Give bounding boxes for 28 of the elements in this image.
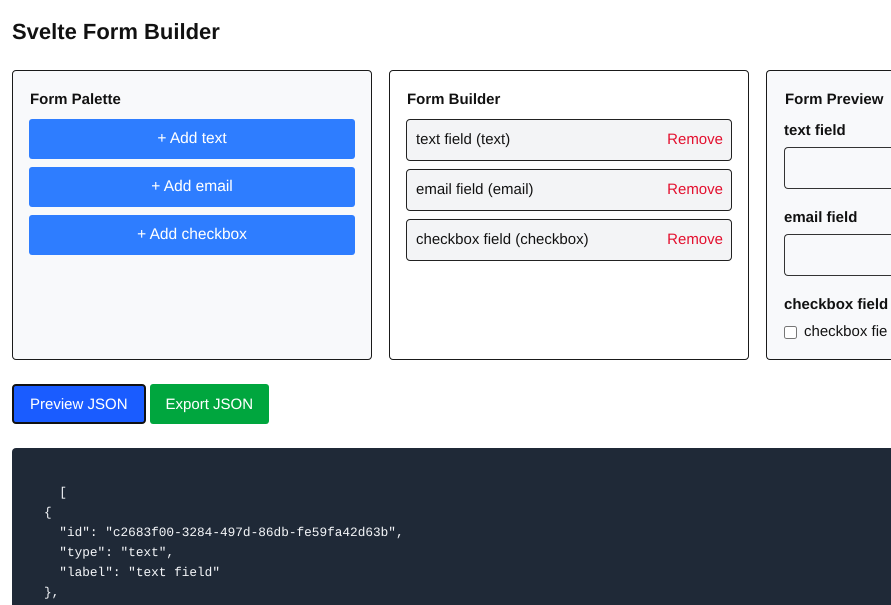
add-field-button[interactable]: + Add checkbox <box>29 215 355 255</box>
checkbox[interactable] <box>784 326 797 338</box>
field-label: text field <box>784 121 846 141</box>
input-field[interactable] <box>784 234 891 276</box>
code-line: "label": "text field" <box>58 564 220 582</box>
add-field-button[interactable]: + Add email <box>29 167 355 207</box>
export-button[interactable]: Export JSON <box>150 384 270 424</box>
field-label: email field (email) <box>416 180 534 200</box>
field-label: text field (text) <box>416 130 510 150</box>
panel-title: Form Builder <box>407 90 500 110</box>
code-line: }, <box>44 584 60 602</box>
preview-button[interactable]: Preview JSON <box>12 384 146 424</box>
panel-title: Form Preview <box>785 90 884 110</box>
page-title: Svelte Form Builder <box>12 18 220 46</box>
add-field-button[interactable]: + Add text <box>29 119 355 159</box>
remove-button[interactable]: Remove <box>667 130 723 150</box>
field-label: email field <box>784 208 858 228</box>
code-line: { <box>44 504 52 522</box>
field-label: checkbox field (checkbox) <box>416 230 589 250</box>
field-label: checkbox field <box>784 295 888 315</box>
remove-button[interactable]: Remove <box>667 180 723 200</box>
remove-button[interactable]: Remove <box>667 230 723 250</box>
panel-title: Form Palette <box>30 90 121 110</box>
code-line: "type": "text", <box>58 544 174 562</box>
checkbox-label: checkbox fie <box>804 322 888 342</box>
code-line: "id": "c2683f00-3284-497d-86db-fe59fa42d63b", <box>58 524 404 542</box>
code-line: [ <box>58 484 67 502</box>
input-field[interactable] <box>784 147 891 189</box>
